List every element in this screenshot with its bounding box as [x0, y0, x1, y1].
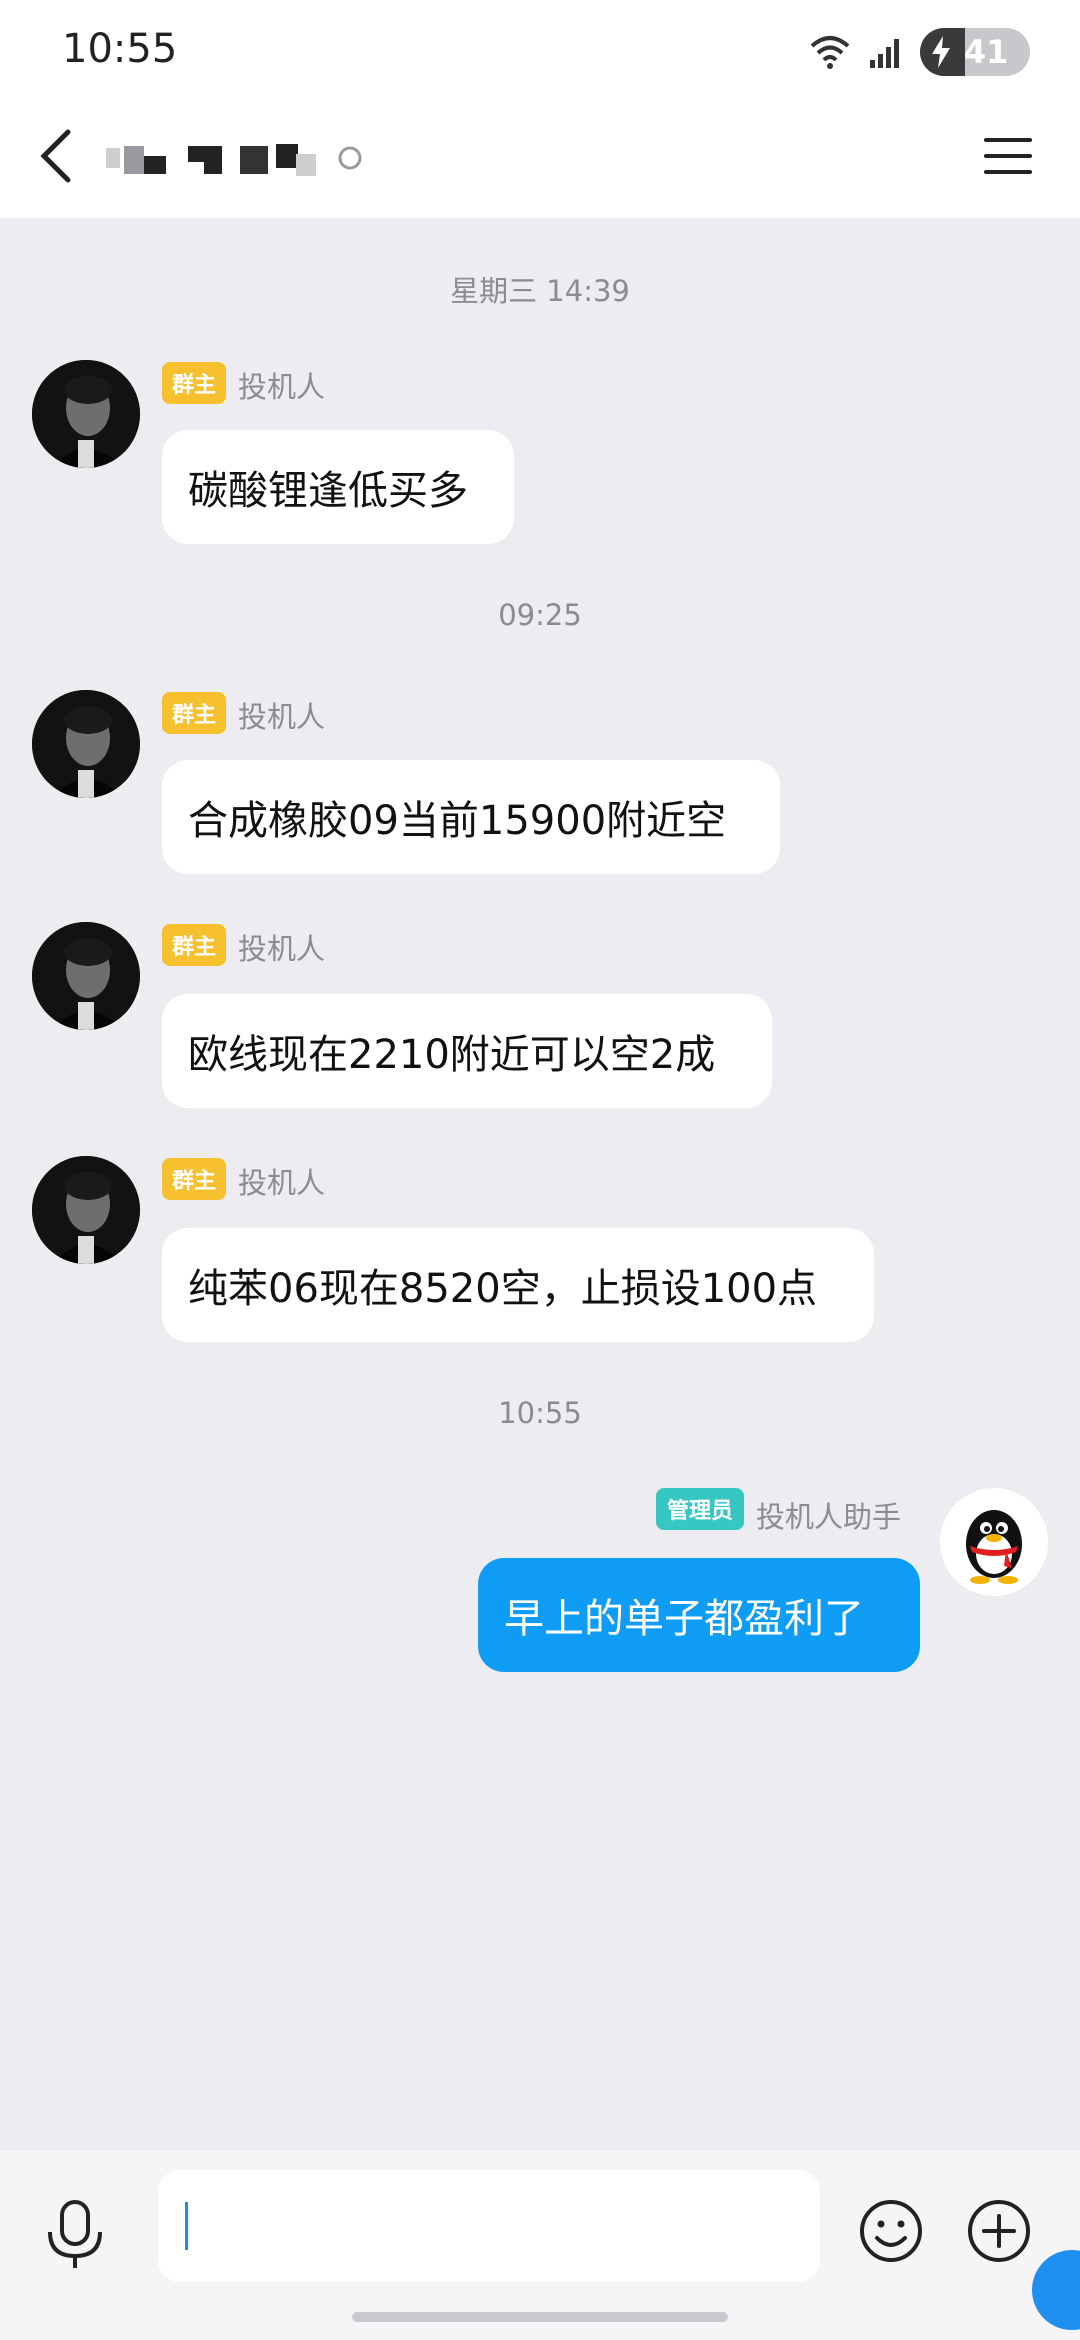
message-bubble[interactable]: 碳酸锂逢低买多: [162, 430, 514, 544]
avatar[interactable]: [32, 1156, 140, 1264]
avatar[interactable]: [32, 690, 140, 798]
charging-bolt-icon: [932, 36, 950, 68]
avatar[interactable]: [32, 360, 140, 468]
sender-name[interactable]: 投机人助手: [756, 1494, 901, 1536]
penguin-icon: [940, 1488, 1048, 1596]
message-bubble[interactable]: 欧线现在2210附近可以空2成: [162, 994, 772, 1108]
sender-name[interactable]: 投机人: [238, 926, 325, 968]
sender-name[interactable]: 投机人: [238, 364, 325, 406]
wifi-icon: [810, 36, 850, 69]
message-bubble-outgoing[interactable]: 早上的单子都盈利了: [478, 1558, 920, 1672]
back-icon[interactable]: [30, 120, 90, 190]
avatar-portrait-graphic: [32, 690, 140, 798]
owner-badge: 群主: [162, 924, 226, 966]
signal-icon: [870, 39, 899, 68]
emoji-icon[interactable]: [858, 2198, 924, 2264]
owner-badge: 群主: [162, 362, 226, 404]
owner-badge: 群主: [162, 1158, 226, 1200]
avatar-portrait-graphic: [32, 1156, 140, 1264]
admin-badge: 管理员: [656, 1488, 744, 1530]
redacted-title-graphic: [106, 144, 362, 176]
avatar-portrait-graphic: [32, 922, 140, 1030]
sender-name[interactable]: 投机人: [238, 1160, 325, 1202]
chat-title[interactable]: [100, 130, 380, 190]
status-bar: 10:55 41: [0, 0, 1080, 100]
microphone-icon[interactable]: [42, 2198, 108, 2270]
text-caret: [185, 2202, 188, 2250]
message-timestamp: 09:25: [498, 598, 582, 632]
menu-icon[interactable]: [980, 128, 1036, 184]
battery-indicator: 41: [920, 28, 1030, 76]
status-icons: 41: [808, 28, 1030, 76]
status-time: 10:55: [62, 26, 178, 72]
avatar[interactable]: [32, 922, 140, 1030]
message-timestamp: 10:55: [498, 1396, 582, 1430]
owner-badge: 群主: [162, 692, 226, 734]
chat-screen: 10:55 41 星期三 14:39 群主 投机人 碳酸锂逢低买多 09:25 …: [0, 0, 1080, 2340]
avatar[interactable]: [940, 1488, 1048, 1596]
chat-header: [0, 100, 1080, 218]
message-bubble[interactable]: 合成橡胶09当前15900附近空: [162, 760, 780, 874]
message-bubble[interactable]: 纯苯06现在8520空，止损设100点: [162, 1228, 874, 1342]
avatar-portrait-graphic: [32, 360, 140, 468]
message-input[interactable]: [158, 2170, 820, 2282]
message-timestamp: 星期三 14:39: [450, 274, 630, 308]
plus-icon[interactable]: [966, 2198, 1032, 2264]
battery-level: 41: [963, 33, 1009, 71]
home-indicator[interactable]: [352, 2312, 728, 2322]
sender-name[interactable]: 投机人: [238, 694, 325, 736]
